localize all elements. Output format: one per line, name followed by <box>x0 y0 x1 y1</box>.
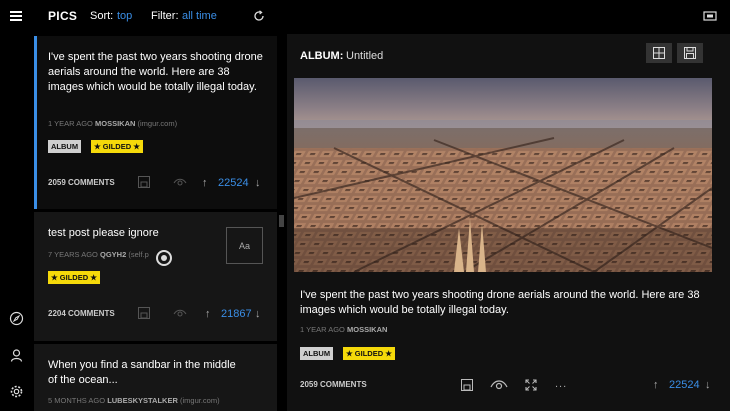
save-album-button[interactable] <box>677 43 703 63</box>
post-list: I've spent the past two years shooting d… <box>34 34 277 411</box>
post-age: 1 YEAR AGO <box>48 119 93 128</box>
gear-icon[interactable] <box>9 384 24 399</box>
post-score: 21867 <box>221 308 252 320</box>
sort-dropdown[interactable]: top <box>117 10 132 22</box>
sort-label: Sort: <box>90 10 114 22</box>
eye-icon[interactable] <box>490 378 508 390</box>
post-item-selected[interactable]: I've spent the past two years shooting d… <box>34 36 277 209</box>
user-icon[interactable] <box>9 348 24 363</box>
gilded-badge: ★ GILDED ★ <box>91 140 143 153</box>
top-bar: PICS Sort: top Filter: all time <box>0 0 730 34</box>
post-author[interactable]: QGYH2 <box>100 250 126 259</box>
post-meta: 7 YEARS AGO QGYH2 (self.p <box>48 250 149 259</box>
filter-dropdown[interactable]: all time <box>182 10 217 22</box>
nav-rail <box>0 34 34 411</box>
detail-pane: ALBUM: Untitled I've spent the past two … <box>287 34 730 411</box>
grid-icon <box>653 47 665 59</box>
list-scrollbar[interactable] <box>279 215 284 227</box>
album-label: ALBUM: <box>300 50 344 62</box>
detail-score: 22524 <box>669 379 700 391</box>
album-badge: ALBUM <box>300 347 334 360</box>
save-icon[interactable] <box>460 379 474 391</box>
post-author[interactable]: LUBESKYSTALKER <box>107 396 178 405</box>
downvote-icon[interactable]: ↓ <box>705 379 711 391</box>
hamburger-icon[interactable] <box>10 11 22 21</box>
post-age: 5 MONTHS AGO <box>48 396 106 405</box>
gilded-badge: ★ GILDED ★ <box>48 271 100 284</box>
post-title: When you find a sandbar in the middle of… <box>48 359 236 386</box>
detail-author[interactable]: MOSSIKAN <box>347 325 387 334</box>
fullscreen-icon[interactable] <box>703 10 717 22</box>
post-title: I've spent the past two years shooting d… <box>48 51 263 93</box>
pointer-cursor <box>156 250 172 266</box>
post-domain: (self.p <box>128 250 149 259</box>
downvote-icon[interactable]: ↓ <box>255 308 261 320</box>
eye-icon[interactable] <box>173 176 187 188</box>
post-age: 7 YEARS AGO <box>48 250 98 259</box>
post-domain: (imgur.com) <box>179 396 220 405</box>
post-meta: 5 MONTHS AGO LUBESKYSTALKER (imgur.com) <box>48 396 220 405</box>
upvote-icon[interactable]: ↑ <box>653 379 659 391</box>
detail-title: I've spent the past two years shooting d… <box>300 289 700 316</box>
compass-icon[interactable] <box>9 311 24 326</box>
text-post-thumbnail[interactable]: Aa <box>226 227 263 264</box>
upvote-icon[interactable]: ↑ <box>205 308 211 320</box>
post-item[interactable]: test post please ignore 7 YEARS AGO QGYH… <box>34 212 277 341</box>
post-item[interactable]: When you find a sandbar in the middle of… <box>34 344 277 411</box>
detail-meta: 1 YEAR AGO MOSSIKAN <box>300 325 387 334</box>
expand-icon[interactable] <box>524 379 538 391</box>
album-name: Untitled <box>346 50 384 62</box>
refresh-icon[interactable] <box>253 10 265 22</box>
detail-comments-link[interactable]: 2059 COMMENTS <box>300 380 367 389</box>
app-title: PICS <box>48 9 78 23</box>
post-author[interactable]: MOSSIKAN <box>95 119 135 128</box>
gilded-badge: ★ GILDED ★ <box>343 347 395 360</box>
comments-link[interactable]: 2059 COMMENTS <box>48 178 115 187</box>
grid-view-button[interactable] <box>646 43 672 63</box>
album-photo[interactable] <box>294 78 712 272</box>
album-badge: ALBUM <box>48 140 82 153</box>
downvote-icon[interactable]: ↓ <box>255 177 261 189</box>
post-score: 22524 <box>218 177 249 189</box>
save-icon[interactable] <box>137 176 151 188</box>
more-options-button[interactable]: ... <box>555 378 567 390</box>
post-domain: (imgur.com) <box>137 119 178 128</box>
post-meta: 1 YEAR AGO MOSSIKAN (imgur.com) <box>48 119 177 128</box>
eye-icon[interactable] <box>173 307 187 319</box>
filter-label: Filter: <box>151 10 179 22</box>
comments-link[interactable]: 2204 COMMENTS <box>48 309 115 318</box>
post-title: test post please ignore <box>48 227 159 239</box>
save-icon <box>684 47 696 59</box>
upvote-icon[interactable]: ↑ <box>202 177 208 189</box>
detail-age: 1 YEAR AGO <box>300 325 345 334</box>
save-icon[interactable] <box>137 307 151 319</box>
